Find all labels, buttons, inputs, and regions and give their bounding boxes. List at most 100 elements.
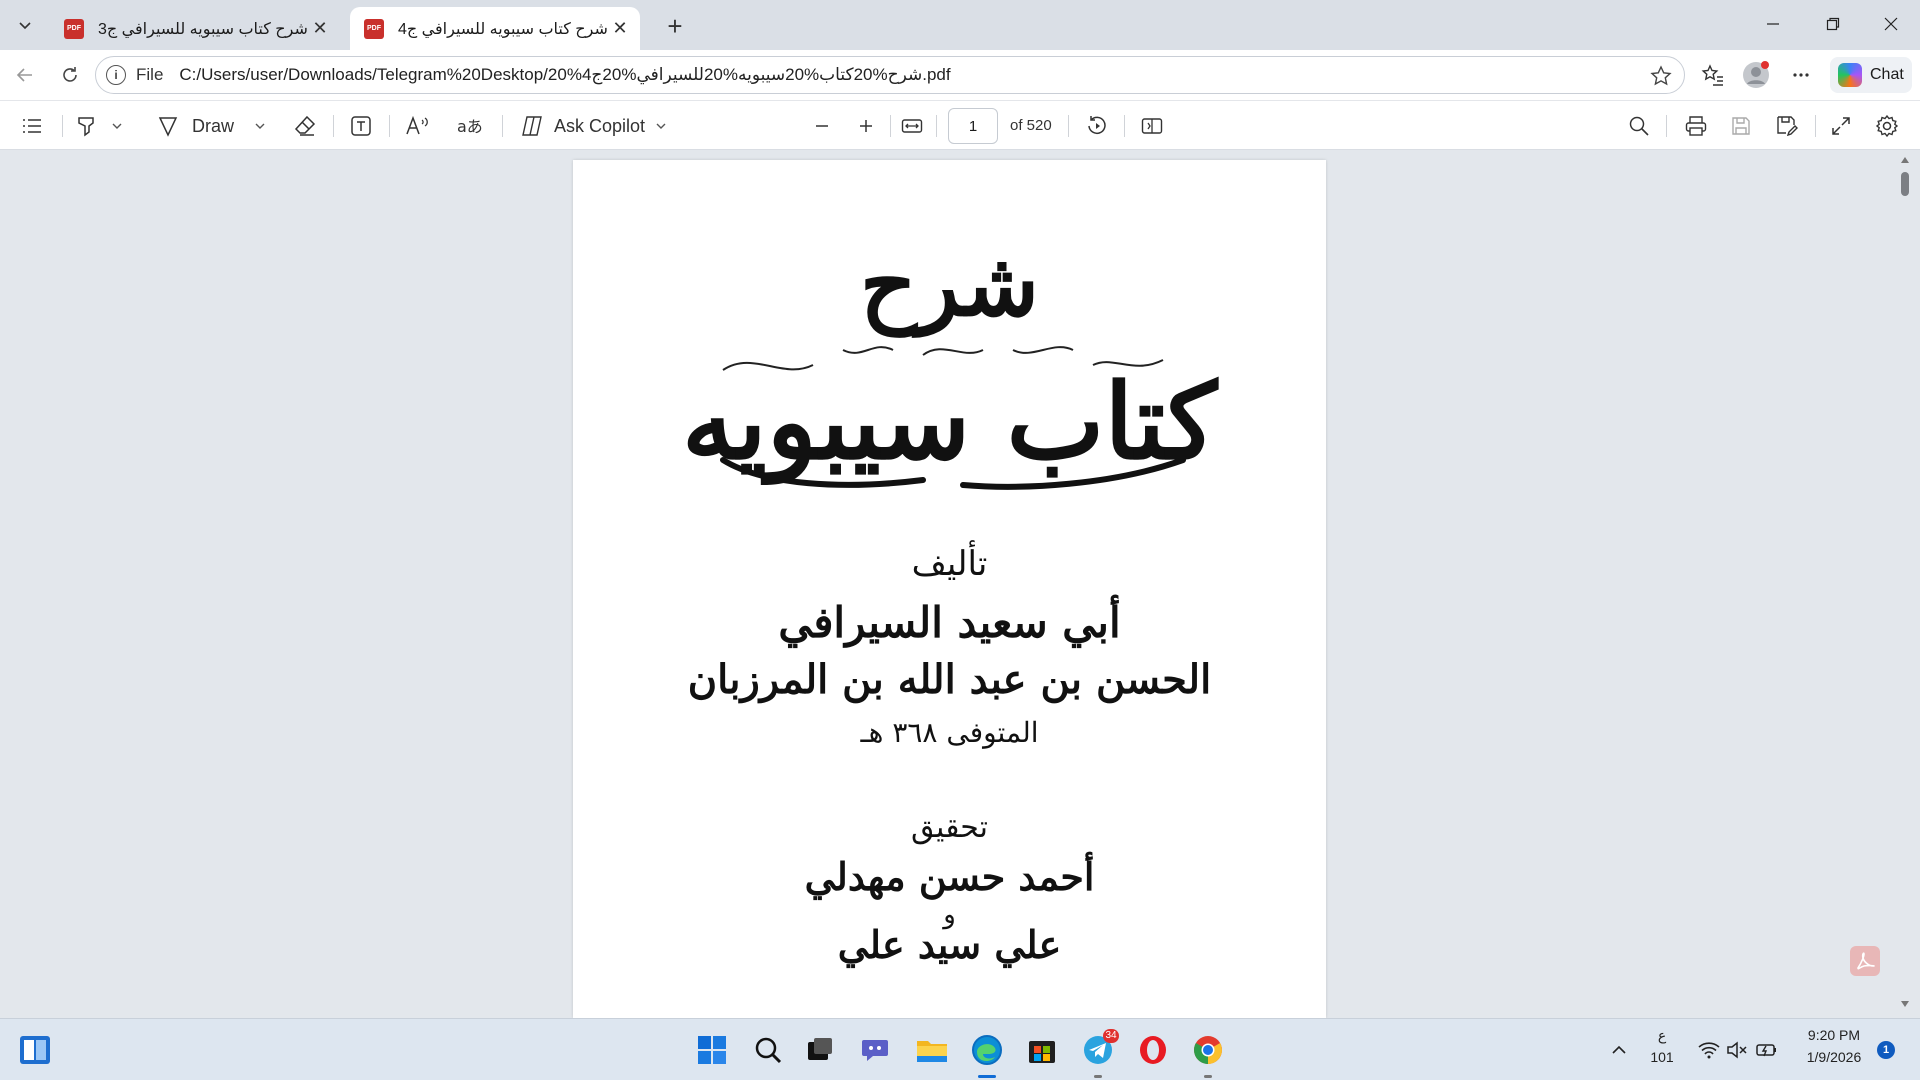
notification-badge: 34: [1103, 1029, 1119, 1043]
profile-button[interactable]: [1740, 59, 1772, 91]
pdf-viewer[interactable]: شرح كتاب سيبويه تأليف أبي سعيد السيرافي …: [0, 150, 1920, 1018]
highlight-button[interactable]: [74, 110, 98, 142]
show-hidden-icons-button[interactable]: [1600, 1031, 1638, 1069]
rotate-button[interactable]: [1085, 110, 1109, 142]
file-explorer-button[interactable]: [913, 1031, 951, 1069]
ask-copilot-button[interactable]: Ask Copilot: [520, 110, 645, 142]
ask-copilot-label: Ask Copilot: [554, 115, 646, 136]
volume-muted-icon: [1727, 1041, 1747, 1059]
clock-time[interactable]: 9:20 PM: [1790, 1027, 1878, 1043]
pdf-page[interactable]: شرح كتاب سيبويه تأليف أبي سعيد السيرافي …: [573, 160, 1326, 1018]
keyboard-language[interactable]: ع: [1650, 1027, 1674, 1044]
tab-title: شرح كتاب سيبويه للسيرافي ج4 .pdf: [398, 20, 610, 38]
divider: [502, 115, 503, 137]
telegram-button[interactable]: 34: [1079, 1029, 1119, 1069]
edge-button[interactable]: [968, 1031, 1006, 1069]
plus-icon: [860, 120, 872, 132]
pdf-settings-button[interactable]: [1875, 110, 1899, 142]
task-view-button[interactable]: [801, 1031, 839, 1069]
page-number-input[interactable]: 1: [948, 108, 998, 144]
store-button[interactable]: [1023, 1031, 1061, 1069]
pdf-toolbar: Draw aあ Ask Copilot 1 of 520: [0, 100, 1920, 150]
close-icon: [1884, 17, 1898, 31]
rotate-icon: [1088, 116, 1106, 135]
contents-button[interactable]: [20, 110, 44, 142]
close-icon[interactable]: ✕: [610, 18, 630, 39]
minimize-button[interactable]: [1750, 8, 1796, 40]
eraser-icon: [294, 115, 316, 136]
find-button[interactable]: [1628, 110, 1650, 142]
keyboard-layout-code[interactable]: 101: [1648, 1049, 1676, 1065]
chrome-button[interactable]: [1189, 1031, 1227, 1069]
read-aloud-button[interactable]: [405, 110, 431, 142]
add-text-button[interactable]: [349, 110, 373, 142]
tab-sibawayh-vol4[interactable]: PDF شرح كتاب سيبويه للسيرافي ج4 .pdf ✕: [350, 7, 640, 50]
favorite-star-icon[interactable]: [1650, 65, 1672, 92]
info-icon[interactable]: i: [106, 65, 126, 85]
gear-icon: [1875, 114, 1899, 138]
widgets-button[interactable]: [16, 1031, 54, 1069]
opera-button[interactable]: [1134, 1031, 1172, 1069]
page-view-button[interactable]: [1140, 110, 1164, 142]
pdf-icon: PDF: [364, 18, 384, 39]
active-app-indicator: [978, 1075, 996, 1078]
refresh-icon: [63, 67, 77, 82]
text-box-icon: [351, 116, 371, 136]
address-bar[interactable]: i File C:/Users/user/Downloads/Telegram%…: [95, 56, 1685, 94]
print-button[interactable]: [1684, 110, 1708, 142]
close-icon[interactable]: ✕: [310, 18, 330, 39]
close-window-button[interactable]: [1868, 8, 1914, 40]
restore-icon: [1826, 17, 1840, 31]
favorites-button[interactable]: [1697, 59, 1729, 91]
divider: [890, 115, 891, 137]
editors-intro: تحقيق: [911, 810, 988, 845]
fit-to-width-button[interactable]: [900, 110, 924, 142]
save-button[interactable]: [1730, 110, 1752, 142]
draw-options-dropdown[interactable]: [253, 110, 267, 142]
save-as-button[interactable]: [1775, 110, 1799, 142]
scrollbar-thumb[interactable]: [1901, 172, 1909, 196]
new-tab-button[interactable]: +: [660, 11, 690, 41]
editor-1: أحمد حسن مهدلي: [804, 854, 1095, 899]
divider: [62, 115, 63, 137]
teams-chat-button[interactable]: [857, 1031, 895, 1069]
highlighter-icon: [78, 117, 94, 137]
clock-date[interactable]: 1/9/2026: [1790, 1049, 1878, 1065]
doc-title-line2: كتاب سيبويه: [681, 360, 1218, 483]
scroll-down-arrow-icon[interactable]: [1900, 1000, 1910, 1008]
editor-2: علي سيد علي: [837, 922, 1062, 967]
battery-button[interactable]: [1748, 1031, 1786, 1069]
store-icon: [1029, 1041, 1055, 1063]
restore-button[interactable]: [1810, 8, 1856, 40]
copilot-icon: [1838, 63, 1862, 87]
divider: [936, 115, 937, 137]
scroll-up-arrow-icon[interactable]: [1900, 156, 1910, 164]
running-app-indicator: [1094, 1075, 1102, 1078]
author-full-name: الحسن بن عبد الله بن المرزبان: [687, 656, 1212, 703]
taskbar-search-button[interactable]: [749, 1031, 787, 1069]
highlight-options-dropdown[interactable]: [110, 110, 124, 142]
start-button[interactable]: [693, 1031, 731, 1069]
back-button[interactable]: [9, 59, 41, 91]
vertical-scrollbar[interactable]: [1896, 150, 1914, 1018]
copilot-options-dropdown[interactable]: [654, 110, 668, 142]
tab-sibawayh-vol3[interactable]: PDF شرح كتاب سيبويه للسيرافي ج3 .pdf ✕: [50, 7, 340, 50]
copilot-chat-button[interactable]: Chat: [1830, 57, 1912, 93]
erase-button[interactable]: [293, 110, 317, 142]
expand-icon: [1832, 117, 1850, 135]
zoom-in-button[interactable]: [856, 110, 876, 142]
translate-button[interactable]: aあ: [457, 110, 483, 142]
arrow-left-icon: [16, 68, 32, 82]
divider: [389, 115, 390, 137]
acrobat-icon[interactable]: [1850, 946, 1880, 976]
tab-actions-menu-button[interactable]: [8, 8, 42, 42]
zoom-out-button[interactable]: [812, 110, 832, 142]
full-screen-button[interactable]: [1830, 110, 1852, 142]
draw-button[interactable]: Draw: [156, 110, 234, 142]
url-text[interactable]: C:/Users/user/Downloads/Telegram%20Deskt…: [179, 65, 950, 85]
notification-center-badge[interactable]: 1: [1877, 1041, 1895, 1059]
doc-title-line1: شرح: [859, 232, 1040, 336]
refresh-button[interactable]: [54, 59, 86, 91]
author-intro: تأليف: [911, 544, 988, 584]
more-options-button[interactable]: [1785, 59, 1817, 91]
